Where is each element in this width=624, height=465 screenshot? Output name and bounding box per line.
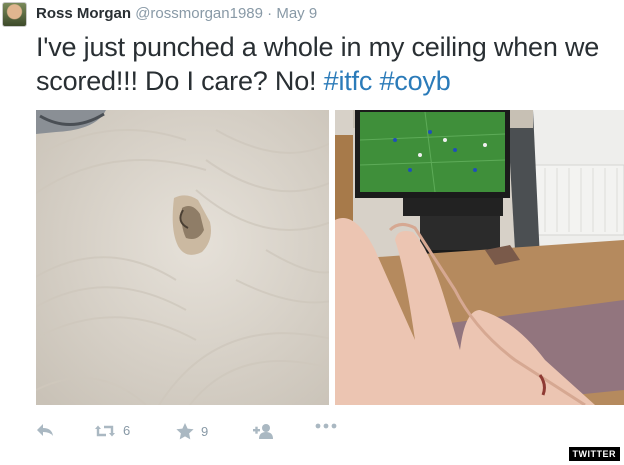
- tweet-actions: 6 9: [36, 423, 356, 443]
- more-icon: [315, 423, 337, 429]
- tv-hand-image: [335, 110, 624, 405]
- separator: ·: [267, 5, 273, 22]
- ceiling-photo[interactable]: [36, 110, 329, 405]
- avatar[interactable]: [2, 2, 27, 27]
- tweet-date[interactable]: May 9: [276, 5, 317, 22]
- retweet-button[interactable]: 6: [94, 423, 130, 438]
- retweet-icon: [95, 425, 115, 436]
- tv-hand-photo[interactable]: [335, 110, 624, 405]
- favorite-button[interactable]: 9: [176, 423, 208, 440]
- author-name[interactable]: Ross Morgan: [36, 5, 131, 22]
- retweet-count: 6: [123, 423, 131, 438]
- reply-button[interactable]: [36, 423, 54, 437]
- hashtag-itfc[interactable]: #itfc: [324, 66, 373, 96]
- follow-icon: [253, 424, 273, 439]
- tv: [355, 110, 510, 198]
- twitter-logo-badge: TWITTER: [568, 447, 620, 461]
- ceiling-image: [36, 110, 329, 405]
- reply-icon: [37, 424, 53, 436]
- tweet-text: I've just punched a whole in my ceiling …: [36, 30, 624, 98]
- tweet-body: I've just punched a whole in my ceiling …: [36, 32, 600, 96]
- author-handle[interactable]: @rossmorgan1989: [135, 5, 263, 22]
- tweet-header: Ross Morgan @rossmorgan1989 · May 9: [36, 5, 317, 22]
- hashtag-coyb[interactable]: #coyb: [379, 66, 450, 96]
- favorite-icon: [176, 423, 194, 440]
- favorite-count: 9: [201, 424, 209, 439]
- more-button[interactable]: [315, 423, 337, 429]
- follow-button[interactable]: [253, 423, 275, 439]
